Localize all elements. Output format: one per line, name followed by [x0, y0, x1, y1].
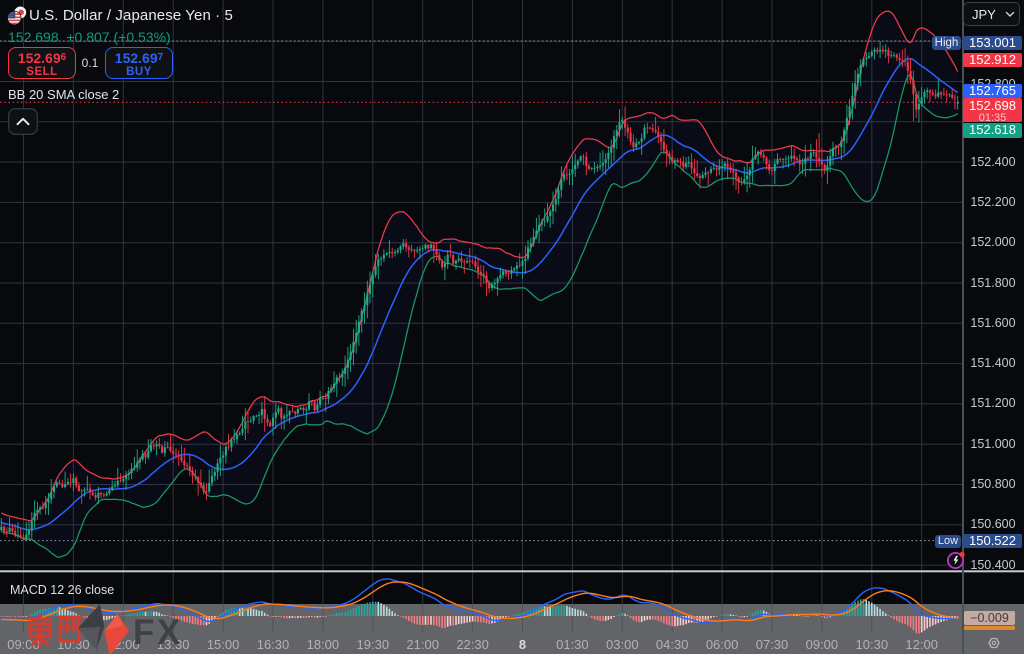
svg-text:FX: FX: [133, 613, 183, 652]
